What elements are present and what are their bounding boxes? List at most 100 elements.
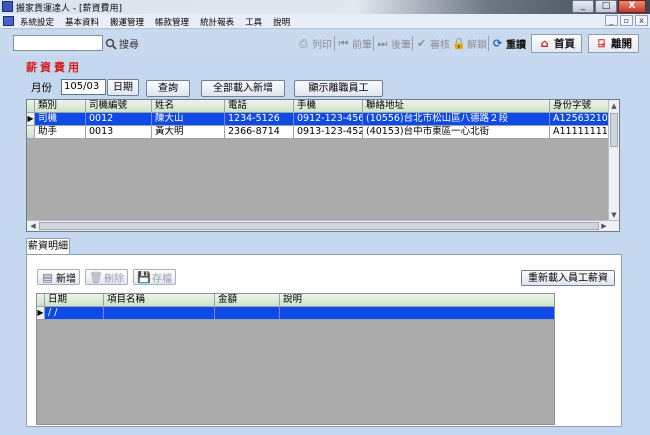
row-indicator-icon: ▶ <box>37 307 45 320</box>
page-title: 薪資費用 <box>26 61 82 74</box>
menu-system-settings[interactable]: 系統設定 <box>20 16 54 28</box>
staff-table: 類別 司機編號 姓名 電話 手機 聯絡地址 身份字號 ▶ 司機 0012 陳大山… <box>26 99 620 232</box>
column-header[interactable]: 項目名稱 <box>104 294 215 307</box>
table-cell[interactable] <box>280 307 554 320</box>
table-cell[interactable]: (40153)台中市東區一心北街 <box>363 126 550 139</box>
menu-tools[interactable]: 工具 <box>245 16 262 28</box>
scroll-right-icon[interactable]: ▶ <box>599 221 609 231</box>
table-row[interactable]: ▶ 司機 0012 陳大山 1234-5126 0912-123-456 (10… <box>27 113 610 126</box>
print-button[interactable]: ⎙ 列印 <box>297 35 332 52</box>
toolbar: 搜尋 ⎙ 列印 ⏮ 前筆 ⏭ 後筆 ✔ 審核 🔒 解鎖 ⟳ 重讀 ⌂ 首頁 ⍈ 離開 <box>0 30 650 56</box>
trash-icon: 🗑 <box>89 270 103 284</box>
salary-details-panel: ▤ 新增 🗑 刪除 💾 存檔 重新載入員工薪資 日期 項目名稱 金額 說明 ▶ / / <box>26 254 622 427</box>
scroll-thumb[interactable] <box>610 113 618 147</box>
printer-icon: ⎙ <box>299 37 308 50</box>
app-icon <box>2 1 13 12</box>
exit-button[interactable]: ⍈ 離開 <box>588 34 639 53</box>
tab-salary-details[interactable]: 薪資明細 <box>26 238 70 255</box>
mdi-restore-button[interactable]: ▫ <box>620 15 633 26</box>
menu-help[interactable]: 說明 <box>273 16 290 28</box>
scroll-up-icon[interactable]: ▲ <box>609 101 619 111</box>
column-header[interactable]: 聯絡地址 <box>363 100 550 113</box>
mdi-close-button[interactable]: x <box>635 15 648 26</box>
window-controls: _ □ X <box>571 0 646 13</box>
refresh-icon: ⟳ <box>492 37 503 50</box>
review-button[interactable]: ✔ 審核 <box>415 35 450 52</box>
vertical-scrollbar[interactable]: ▲ ▼ <box>608 100 619 221</box>
save-icon: 💾 <box>137 270 151 284</box>
menu-reports[interactable]: 統計報表 <box>200 16 234 28</box>
table-cell[interactable]: 0912-123-456 <box>294 113 363 126</box>
scroll-down-icon[interactable]: ▼ <box>609 210 619 220</box>
table-cell[interactable]: 助手 <box>35 126 86 139</box>
column-header[interactable]: 類別 <box>35 100 86 113</box>
load-all-button[interactable]: 全部載入新增 <box>201 80 285 97</box>
table-row[interactable]: ▶ / / <box>37 307 554 320</box>
search-input[interactable] <box>13 35 103 51</box>
add-record-icon: ▤ <box>42 270 53 284</box>
table-cell[interactable]: 2366-8714 <box>225 126 294 139</box>
column-header[interactable]: 手機 <box>294 100 363 113</box>
scroll-left-icon[interactable]: ◀ <box>28 221 38 231</box>
mdi-minimize-button[interactable]: _ <box>605 15 618 26</box>
refresh-button[interactable]: ⟳ 重讀 <box>491 35 526 52</box>
table-cell[interactable]: 1234-5126 <box>225 113 294 126</box>
delete-button[interactable]: 🗑 刪除 <box>85 269 128 285</box>
column-header[interactable]: 姓名 <box>152 100 225 113</box>
row-indicator-icon: ▶ <box>27 113 35 126</box>
minimize-button[interactable]: _ <box>572 0 594 13</box>
table-cell[interactable]: 0012 <box>86 113 152 126</box>
column-header[interactable]: 司機編號 <box>86 100 152 113</box>
check-circle-icon: ✔ <box>416 37 427 50</box>
search-icon <box>105 38 117 50</box>
table-cell[interactable]: A125632101 <box>550 113 610 126</box>
table-cell[interactable] <box>104 307 215 320</box>
window-titlebar: 搬家貨運達人 - [薪資費用] _ □ X <box>0 0 650 14</box>
month-label: 月份 <box>31 82 52 94</box>
column-header[interactable]: 說明 <box>280 294 554 307</box>
lock-icon: 🔒 <box>452 37 466 50</box>
table-cell[interactable]: / / <box>45 307 104 320</box>
home-button[interactable]: ⌂ 首頁 <box>531 34 582 53</box>
horizontal-scrollbar[interactable]: ◀ ▶ <box>27 220 619 231</box>
menu-moving-management[interactable]: 搬運管理 <box>110 16 144 28</box>
close-button[interactable]: X <box>618 0 646 13</box>
document-icon <box>3 16 14 26</box>
table-cell[interactable]: 0013 <box>86 126 152 139</box>
table-cell[interactable]: A111111111 <box>550 126 610 139</box>
unlock-button[interactable]: 🔒 解鎖 <box>452 35 487 52</box>
column-header[interactable]: 電話 <box>225 100 294 113</box>
add-button[interactable]: ▤ 新增 <box>37 269 80 285</box>
column-header[interactable]: 金額 <box>215 294 280 307</box>
skip-back-icon: ⏮ <box>338 37 349 50</box>
column-header[interactable]: 身份字號 <box>550 100 610 113</box>
table-header: 類別 司機編號 姓名 電話 手機 聯絡地址 身份字號 <box>27 100 610 113</box>
month-field[interactable]: 105/03 <box>61 79 106 95</box>
next-record-button[interactable]: ⏭ 後筆 <box>376 35 411 52</box>
save-button[interactable]: 💾 存檔 <box>133 269 176 285</box>
show-resigned-button[interactable]: 顯示離職員工 <box>294 80 383 97</box>
home-icon: ⌂ <box>540 37 549 50</box>
search-button[interactable]: 搜尋 <box>105 35 139 52</box>
table-cell[interactable] <box>215 307 280 320</box>
maximize-button[interactable]: □ <box>595 0 617 13</box>
table-row[interactable]: 助手 0013 黃大明 2366-8714 0913-123-452 (4015… <box>27 126 610 139</box>
window-title: 搬家貨運達人 - [薪資費用] <box>16 4 122 14</box>
date-button[interactable]: 日期 <box>107 79 139 96</box>
prev-record-button[interactable]: ⏮ 前筆 <box>337 35 372 52</box>
menu-bar: 系統設定 基本資料 搬運管理 帳款管理 統計報表 工具 說明 _ ▫ x <box>0 14 650 29</box>
salary-detail-table: 日期 項目名稱 金額 說明 ▶ / / <box>36 293 555 425</box>
exit-icon: ⍈ <box>598 37 605 50</box>
skip-forward-icon: ⏭ <box>377 37 388 50</box>
table-cell[interactable]: (10556)台北市松山區八德路２段 <box>363 113 550 126</box>
scroll-thumb[interactable] <box>39 222 599 230</box>
reload-salary-button[interactable]: 重新載入員工薪資 <box>521 270 615 286</box>
table-cell[interactable]: 0913-123-452 <box>294 126 363 139</box>
menu-accounts-management[interactable]: 帳款管理 <box>155 16 189 28</box>
table-cell[interactable]: 司機 <box>35 113 86 126</box>
query-button[interactable]: 查詢 <box>146 80 190 97</box>
column-header[interactable]: 日期 <box>45 294 104 307</box>
table-cell[interactable]: 陳大山 <box>152 113 225 126</box>
table-cell[interactable]: 黃大明 <box>152 126 225 139</box>
menu-basic-data[interactable]: 基本資料 <box>65 16 99 28</box>
